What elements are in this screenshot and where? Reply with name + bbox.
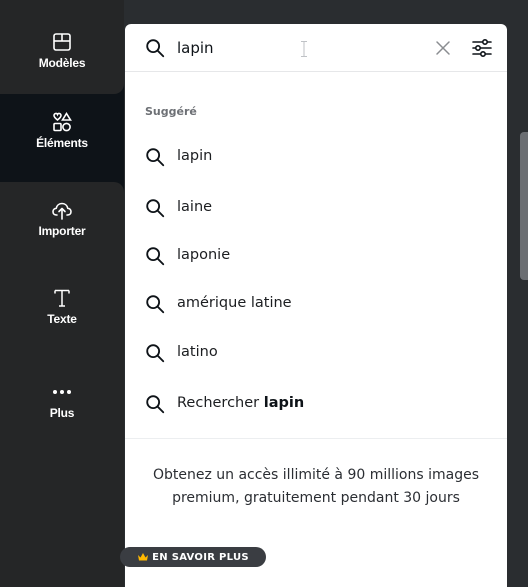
search-for-text: Rechercher lapin (177, 395, 304, 411)
panel-scrollbar[interactable] (520, 132, 528, 280)
search-for-item[interactable]: Rechercher lapin (125, 381, 507, 429)
suggestion-item[interactable]: latino (125, 330, 507, 378)
search-for-prefix: Rechercher (177, 395, 260, 411)
search-icon (146, 247, 165, 266)
close-icon[interactable] (433, 38, 453, 58)
sidebar-item-label: Importer (38, 224, 86, 238)
sidebar-item-label: Plus (49, 406, 75, 420)
text-cursor-icon (301, 41, 307, 57)
search-for-term: lapin (263, 395, 305, 411)
sidebar-item-label: Texte (47, 312, 77, 326)
search-icon (146, 395, 165, 414)
search-icon (146, 295, 165, 314)
learn-more-label: EN SAVOIR PLUS (152, 551, 249, 563)
search-icon (146, 148, 165, 167)
sidebar-item-label: Modèles (38, 56, 86, 70)
filter-sliders-icon[interactable] (471, 37, 493, 59)
sidebar-item-modeles[interactable]: Modèles (0, 0, 124, 94)
sidebar-item-texte[interactable]: Texte (0, 270, 124, 358)
suggestion-item[interactable]: lapin (125, 134, 507, 182)
suggestions-heading: Suggéré (145, 105, 197, 118)
search-icon (146, 344, 165, 363)
search-dropdown: Suggéré lapin laine laponie amérique lat… (125, 24, 507, 587)
sidebar-item-importer[interactable]: Importer (0, 182, 124, 270)
learn-more-button[interactable]: EN SAVOIR PLUS (120, 547, 266, 567)
suggestion-text: laponie (177, 247, 231, 263)
suggestion-item[interactable]: laine (125, 185, 507, 233)
search-icon (146, 199, 165, 218)
elements-icon (53, 111, 72, 132)
upload-cloud-icon (52, 202, 72, 220)
sidebar-item-label: Éléments (36, 136, 88, 150)
search-icon (146, 39, 165, 58)
sidebar: Modèles Éléments Importer Texte Plus (0, 0, 124, 587)
crown-icon (138, 553, 149, 561)
premium-promo-text: Obtenez un accès illimité à 90 millions … (152, 467, 480, 506)
more-icon (53, 390, 71, 394)
suggestion-item[interactable]: laponie (125, 233, 507, 281)
suggestion-text: amérique latine (177, 295, 292, 311)
suggestion-text: latino (177, 344, 218, 360)
suggestion-text: laine (177, 199, 213, 215)
suggestion-text: lapin (177, 148, 213, 164)
suggestion-item[interactable]: amérique latine (125, 281, 507, 329)
search-bar (125, 24, 507, 72)
templates-icon (53, 33, 71, 51)
text-icon (54, 289, 70, 307)
sidebar-item-plus[interactable]: Plus (0, 358, 124, 587)
divider (125, 438, 507, 439)
sidebar-item-elements[interactable]: Éléments (0, 94, 124, 182)
